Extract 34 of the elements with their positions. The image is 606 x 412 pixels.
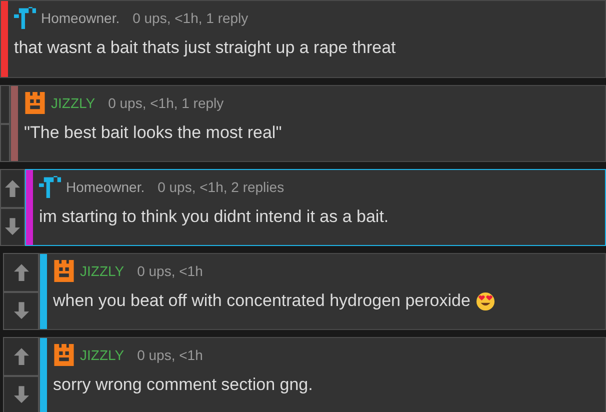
vote-cell[interactable] <box>0 85 10 124</box>
comment-meta: 0 ups, <1h <box>137 263 203 279</box>
downvote-button[interactable] <box>3 292 39 330</box>
comment-meta: 0 ups, <1h <box>137 347 203 363</box>
comment-text: "The best bait looks the most real" <box>24 123 282 143</box>
comment-meta: 0 ups, <1h, 1 reply <box>108 95 224 111</box>
comment-text: that wasnt a bait thats just straight up a rape threat <box>14 38 396 58</box>
up-arrow-icon <box>14 348 28 365</box>
avatar-icon[interactable] <box>24 92 46 114</box>
downvote-button[interactable] <box>3 376 39 412</box>
upvote-button[interactable] <box>3 253 39 292</box>
username-link[interactable]: Homeowner. <box>41 10 120 26</box>
upvote-button[interactable] <box>3 337 39 376</box>
avatar-icon[interactable] <box>14 7 36 29</box>
comment-text: sorry wrong comment section gng. <box>53 375 313 395</box>
up-arrow-icon <box>5 180 20 197</box>
username-link[interactable]: JIZZLY <box>51 95 96 111</box>
up-arrow-icon <box>14 264 28 281</box>
upvote-button[interactable] <box>0 169 25 208</box>
avatar-icon[interactable] <box>53 344 75 366</box>
vote-cell[interactable] <box>0 124 10 162</box>
username-link[interactable]: Homeowner. <box>66 179 145 195</box>
comment-meta: 0 ups, <1h, 2 replies <box>158 179 284 195</box>
avatar-icon[interactable] <box>39 176 61 198</box>
username-link[interactable]: JIZZLY <box>80 347 124 363</box>
down-arrow-icon <box>5 218 20 236</box>
comment-text: when you beat off with concentrated hydrogen peroxide <box>53 291 470 311</box>
comment-text: im starting to think you didnt intend it as a bait. <box>39 207 389 227</box>
username-link[interactable]: JIZZLY <box>80 263 124 279</box>
down-arrow-icon <box>14 386 28 404</box>
downvote-button[interactable] <box>0 208 25 246</box>
comment-meta: 0 ups, <1h, 1 reply <box>132 10 248 26</box>
down-arrow-icon <box>14 302 28 320</box>
avatar-icon[interactable] <box>53 260 75 282</box>
